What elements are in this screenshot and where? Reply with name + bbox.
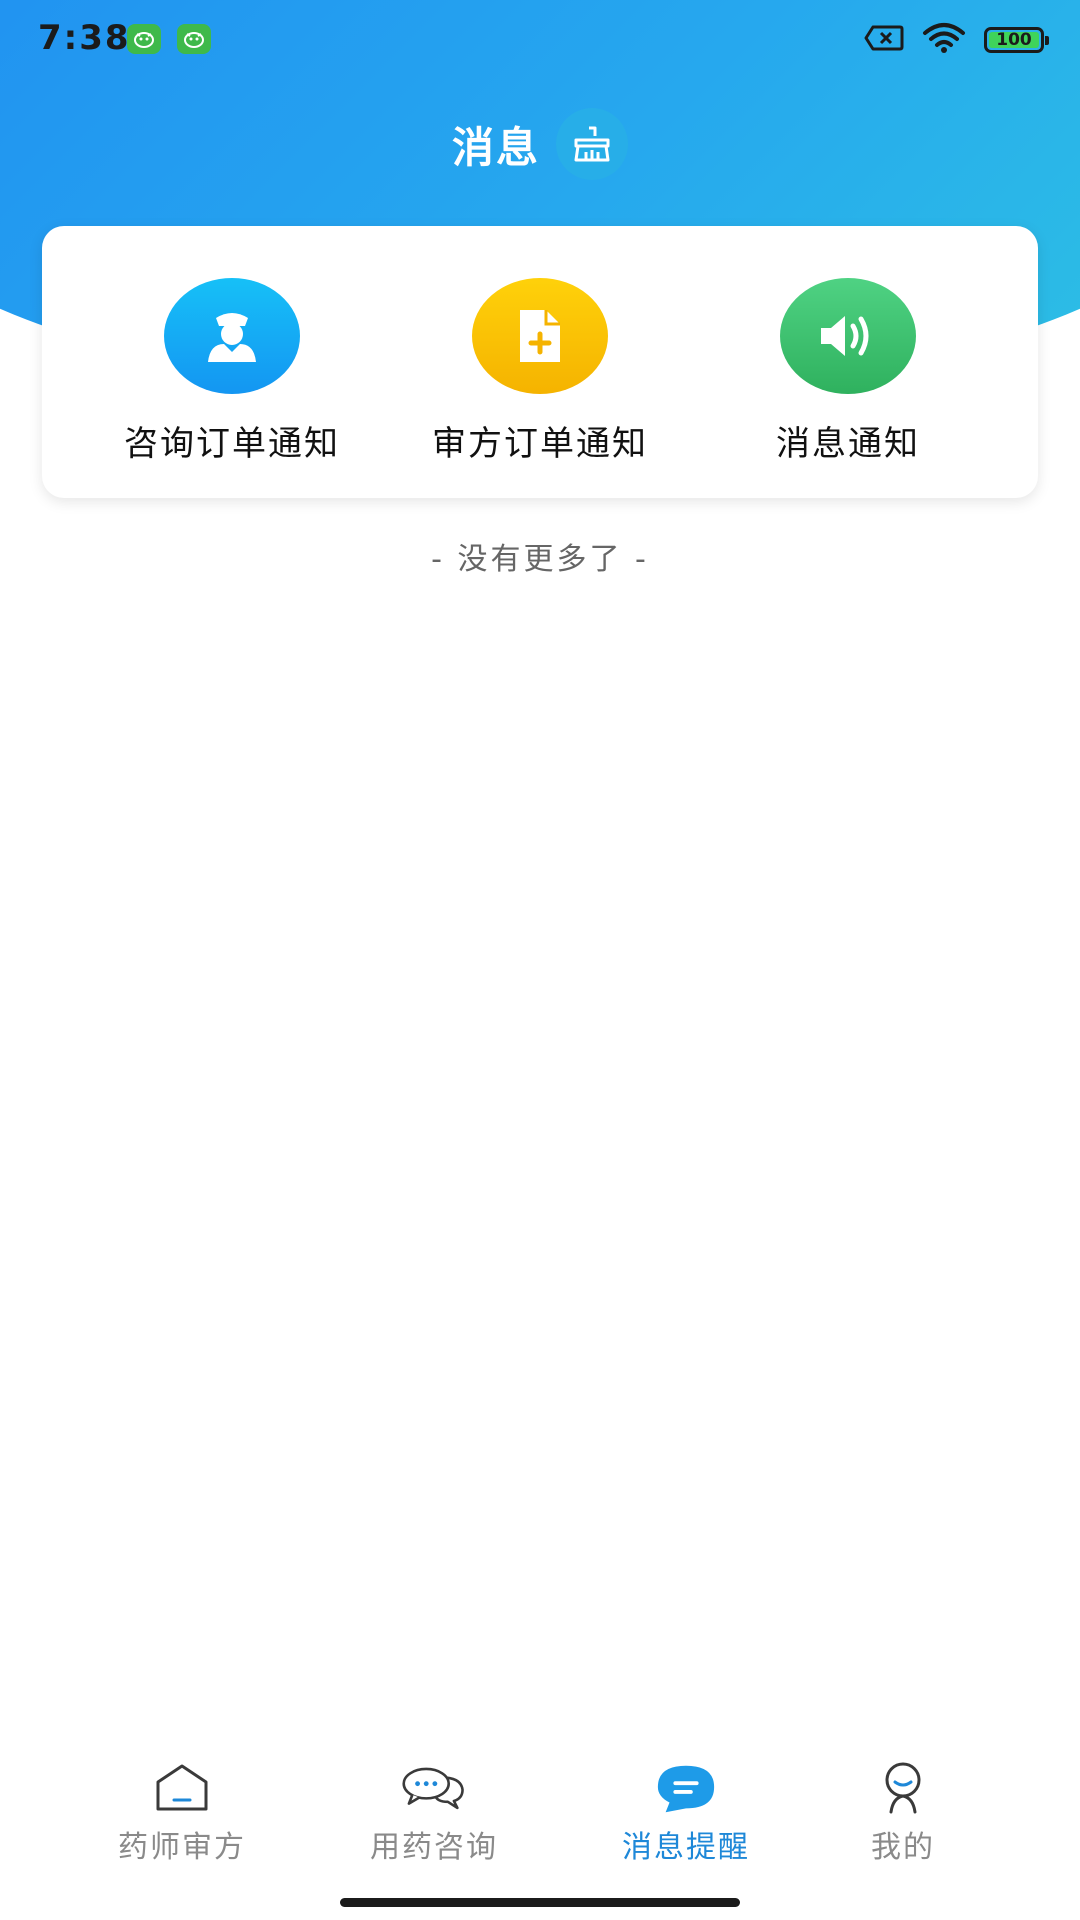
entry-label: 审方订单通知 xyxy=(432,424,648,464)
status-time: 7:38 xyxy=(38,18,131,58)
status-indicators: 100 xyxy=(864,22,1049,58)
clear-messages-button[interactable] xyxy=(556,108,628,180)
app-notification-icon xyxy=(177,24,211,54)
prescription-icon xyxy=(472,278,608,394)
consult-order-notice-entry[interactable]: 咨询订单通知 xyxy=(92,278,372,465)
page-title: 消息 xyxy=(451,122,540,172)
tab-message-reminder[interactable]: 消息提醒 xyxy=(586,1760,786,1866)
app-notification-icon xyxy=(127,24,161,54)
battery-level: 100 xyxy=(996,30,1032,50)
review-order-notice-entry[interactable]: 审方订单通知 xyxy=(400,278,680,465)
battery-indicator: 100 xyxy=(984,27,1049,53)
tab-pharmacist-review[interactable]: 药师审方 xyxy=(82,1760,282,1866)
tab-label: 药师审方 xyxy=(118,1830,246,1865)
tab-label: 用药咨询 xyxy=(370,1830,498,1865)
no-sim-icon xyxy=(864,25,904,55)
bottom-tab-bar: 药师审方 用药咨询 消息提醒 我的 xyxy=(0,1740,1080,1865)
doctor-icon xyxy=(164,278,300,394)
message-icon xyxy=(654,1760,718,1816)
battery-tip xyxy=(1045,36,1049,45)
speaker-icon xyxy=(780,278,916,394)
messages-screen: 7:38 100 消息 咨询订单通知 审方订单通知 消息通知 - 没有更多了 -… xyxy=(0,0,1080,1920)
notification-categories-card: 咨询订单通知 审方订单通知 消息通知 xyxy=(42,226,1038,498)
home-indicator xyxy=(340,1898,740,1907)
broom-icon xyxy=(574,126,610,162)
tab-label: 消息提醒 xyxy=(622,1830,750,1865)
entry-label: 消息通知 xyxy=(776,424,920,464)
header: 消息 xyxy=(0,108,1080,180)
entry-label: 咨询订单通知 xyxy=(124,424,340,464)
wifi-icon xyxy=(922,22,966,58)
list-end-text: - 没有更多了 - xyxy=(431,542,649,577)
home-icon xyxy=(150,1760,214,1816)
tab-label: 我的 xyxy=(871,1830,935,1865)
message-notice-entry[interactable]: 消息通知 xyxy=(708,278,988,465)
status-bar: 7:38 100 xyxy=(0,0,1080,80)
chat-bubbles-icon xyxy=(402,1760,466,1816)
tab-medication-consult[interactable]: 用药咨询 xyxy=(334,1760,534,1866)
tab-mine[interactable]: 我的 xyxy=(803,1760,1003,1866)
profile-icon xyxy=(871,1760,935,1816)
